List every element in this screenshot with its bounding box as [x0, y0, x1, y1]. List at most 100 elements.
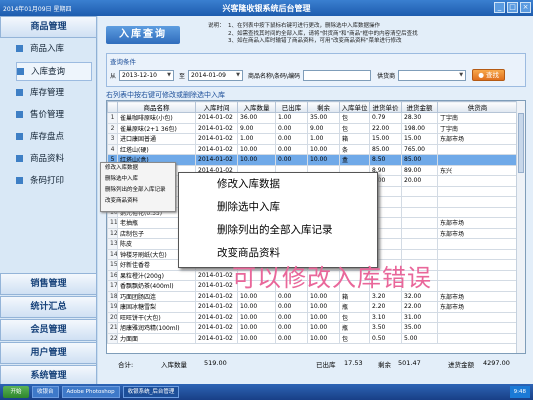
table-cell: 85.00 — [369, 143, 402, 155]
search-button[interactable]: ● 查找 — [472, 69, 506, 81]
menu-item-delete-selected[interactable]: 删除选中入库 — [101, 174, 175, 185]
product-label: 商品名称\条码\编码 — [248, 72, 301, 80]
column-header[interactable]: 进货金额 — [401, 101, 438, 113]
table-cell — [437, 154, 518, 166]
notes-label: 说明： — [208, 23, 225, 29]
table-row[interactable]: 2 雀巢原味(2+1 36包) 2014-01-02 9.00 0.00 9.00 包 22.… — [107, 122, 518, 134]
table-cell — [437, 196, 518, 208]
sidebar-item-in-query[interactable]: 入库查询 — [16, 62, 92, 81]
sidebar-header-user[interactable]: 用户管理 — [0, 342, 97, 364]
sidebar-item-product-in[interactable]: 商品入库 — [16, 40, 92, 59]
table-cell: 10.00 — [307, 322, 340, 334]
table-cell: 2014-01-02 — [195, 133, 238, 145]
table-cell: 10.00 — [307, 332, 340, 344]
bullet-icon — [16, 155, 23, 162]
table-cell — [437, 143, 518, 155]
table-cell: 12 — [107, 227, 118, 239]
window-controls: _ □ × — [494, 2, 531, 13]
scrollbar-thumb[interactable] — [518, 113, 524, 173]
minimize-button[interactable]: _ — [494, 2, 505, 13]
chevron-down-icon[interactable]: ▼ — [459, 72, 463, 78]
table-cell: 35.00 — [307, 112, 340, 124]
sidebar-item-stock[interactable]: 库存管理 — [16, 84, 92, 103]
vertical-scrollbar[interactable] — [516, 101, 525, 353]
supplier-select[interactable]: ▼ — [398, 69, 467, 81]
note-line: 1、在列表中按下鼠标右键可进行更改，删除选中入库数据操作 — [228, 23, 381, 29]
column-header[interactable]: 入库单位 — [339, 101, 370, 113]
menu-item-delete-all[interactable]: 删除列出的全部入库记录 — [101, 185, 175, 196]
task-item-cashier[interactable]: 收银台 — [32, 386, 59, 398]
table-cell: 10.00 — [307, 301, 340, 313]
column-header[interactable]: 进货单价 — [369, 101, 402, 113]
table-row[interactable]: 19 康固冰糖雪梨 2014-01-02 10.00 0.00 10.00 瓶 2.20 22.… — [107, 301, 518, 313]
product-input[interactable] — [303, 69, 372, 81]
sidebar-item-price[interactable]: 售价管理 — [16, 106, 92, 125]
table-cell: 10.00 — [237, 143, 276, 155]
table-row[interactable]: 21 旭康雅润鸡精(100ml) 2014-01-02 10.00 0.00 10.00 瓶… — [107, 322, 518, 334]
table-cell: 35.00 — [401, 322, 438, 334]
column-header[interactable]: 商品名称 — [117, 101, 196, 113]
table-cell: 2.20 — [369, 301, 402, 313]
summary-out-value: 17.53 — [344, 359, 363, 367]
from-date-value: 2013-12-10 — [122, 71, 157, 79]
table-cell: 包 — [339, 332, 370, 344]
table-cell: 旭康雅润鸡精(100ml) — [117, 322, 196, 334]
close-button[interactable]: × — [520, 2, 531, 13]
to-label: 至 — [179, 72, 186, 80]
sidebar-header-product[interactable]: 商品管理 — [0, 16, 97, 38]
start-button[interactable]: 开始 — [3, 386, 29, 398]
sidebar-header-sales[interactable]: 销售管理 — [0, 273, 97, 295]
table-cell: 东部市场 — [437, 133, 518, 145]
table-cell: 4 — [107, 143, 118, 155]
table-cell: 东部市场 — [437, 217, 518, 229]
table-cell: 13 — [107, 238, 118, 250]
table-cell — [437, 311, 518, 323]
menu-item-edit[interactable]: 修改入库数据 — [101, 163, 175, 174]
table-cell: 8.50 — [369, 154, 402, 166]
title-bar: 2014年01月09日 星期四 兴客隆收银系统后台管理 _ □ × — [0, 0, 533, 16]
clock: 9:48 — [509, 386, 530, 398]
table-cell — [401, 238, 438, 250]
column-header[interactable]: 供货商 — [437, 101, 518, 113]
table-cell: 10.00 — [237, 322, 276, 334]
table-cell — [401, 217, 438, 229]
table-cell: 22.00 — [369, 122, 402, 134]
table-cell: 2014-01-02 — [195, 112, 238, 124]
table-row[interactable]: 20 旺旺饼干(大包) 2014-01-02 10.00 0.00 10.00 包 3.10 3… — [107, 311, 518, 323]
table-row[interactable]: 3 进口康固普通 2014-01-02 1.00 0.00 1.00 箱 15.00 15.00… — [107, 133, 518, 145]
task-item-photoshop[interactable]: Adobe Photoshop — [61, 386, 120, 398]
table-cell: 力面面 — [117, 332, 196, 344]
column-header[interactable] — [107, 101, 118, 113]
table-cell: 0.00 — [275, 332, 308, 344]
sidebar-item-inventory[interactable]: 库存盘点 — [16, 128, 92, 147]
task-item-backend[interactable]: 收银系统_后台管理 — [122, 386, 180, 398]
bullet-icon — [16, 111, 23, 118]
table-cell — [437, 280, 518, 292]
table-cell: 10.00 — [307, 154, 340, 166]
notes: 说明： 1、在列表中按下鼠标右键可进行更改，删除选中入库数据操作 2、如需查找其时… — [208, 23, 528, 46]
bullet-icon — [16, 45, 23, 52]
table-cell: 3.10 — [369, 311, 402, 323]
sidebar-header-stats[interactable]: 统计汇总 — [0, 296, 97, 318]
column-header[interactable]: 入库数量 — [237, 101, 276, 113]
column-header[interactable]: 入库时间 — [195, 101, 238, 113]
zoom-item-edit: 修改入库数据 — [217, 178, 280, 190]
maximize-button[interactable]: □ — [507, 2, 518, 13]
to-date-picker[interactable]: 2014-01-09 ▼ — [188, 69, 244, 81]
from-date-picker[interactable]: 2013-12-10 ▼ — [119, 69, 175, 81]
column-header[interactable]: 剩余 — [307, 101, 340, 113]
chevron-down-icon[interactable]: ▼ — [236, 72, 240, 78]
sidebar-header-member[interactable]: 会员管理 — [0, 319, 97, 341]
menu-item-change-product[interactable]: 改变商品资料 — [101, 196, 175, 207]
table-row[interactable]: 1 雀巢咖啡原味(小包) 2014-01-02 36.00 1.00 35.00 包 0.79… — [107, 112, 518, 124]
sidebar-item-barcode[interactable]: 条码打印 — [16, 172, 92, 191]
supplier-label: 供货商 — [377, 72, 396, 80]
sidebar: 商品管理 商品入库 入库查询 库存管理 售价管理 库存盘点 商品资料 条码打印 … — [0, 16, 97, 387]
column-header[interactable]: 已出库 — [275, 101, 308, 113]
table-row[interactable]: 4 红塔山(硬) 2014-01-02 10.00 0.00 10.00 条 85.00 765… — [107, 143, 518, 155]
table-row[interactable]: 22 力面面 2014-01-02 10.00 0.00 10.00 包 0.50 5.00 — [107, 332, 518, 344]
note-line: 3、如在商品入库时输错了商品资料，可用"改变商品资料"菜单进行修改 — [228, 38, 402, 44]
sidebar-item-product-info[interactable]: 商品资料 — [16, 150, 92, 169]
summary-amount-label: 进货金额 — [448, 361, 474, 369]
chevron-down-icon[interactable]: ▼ — [167, 72, 171, 78]
